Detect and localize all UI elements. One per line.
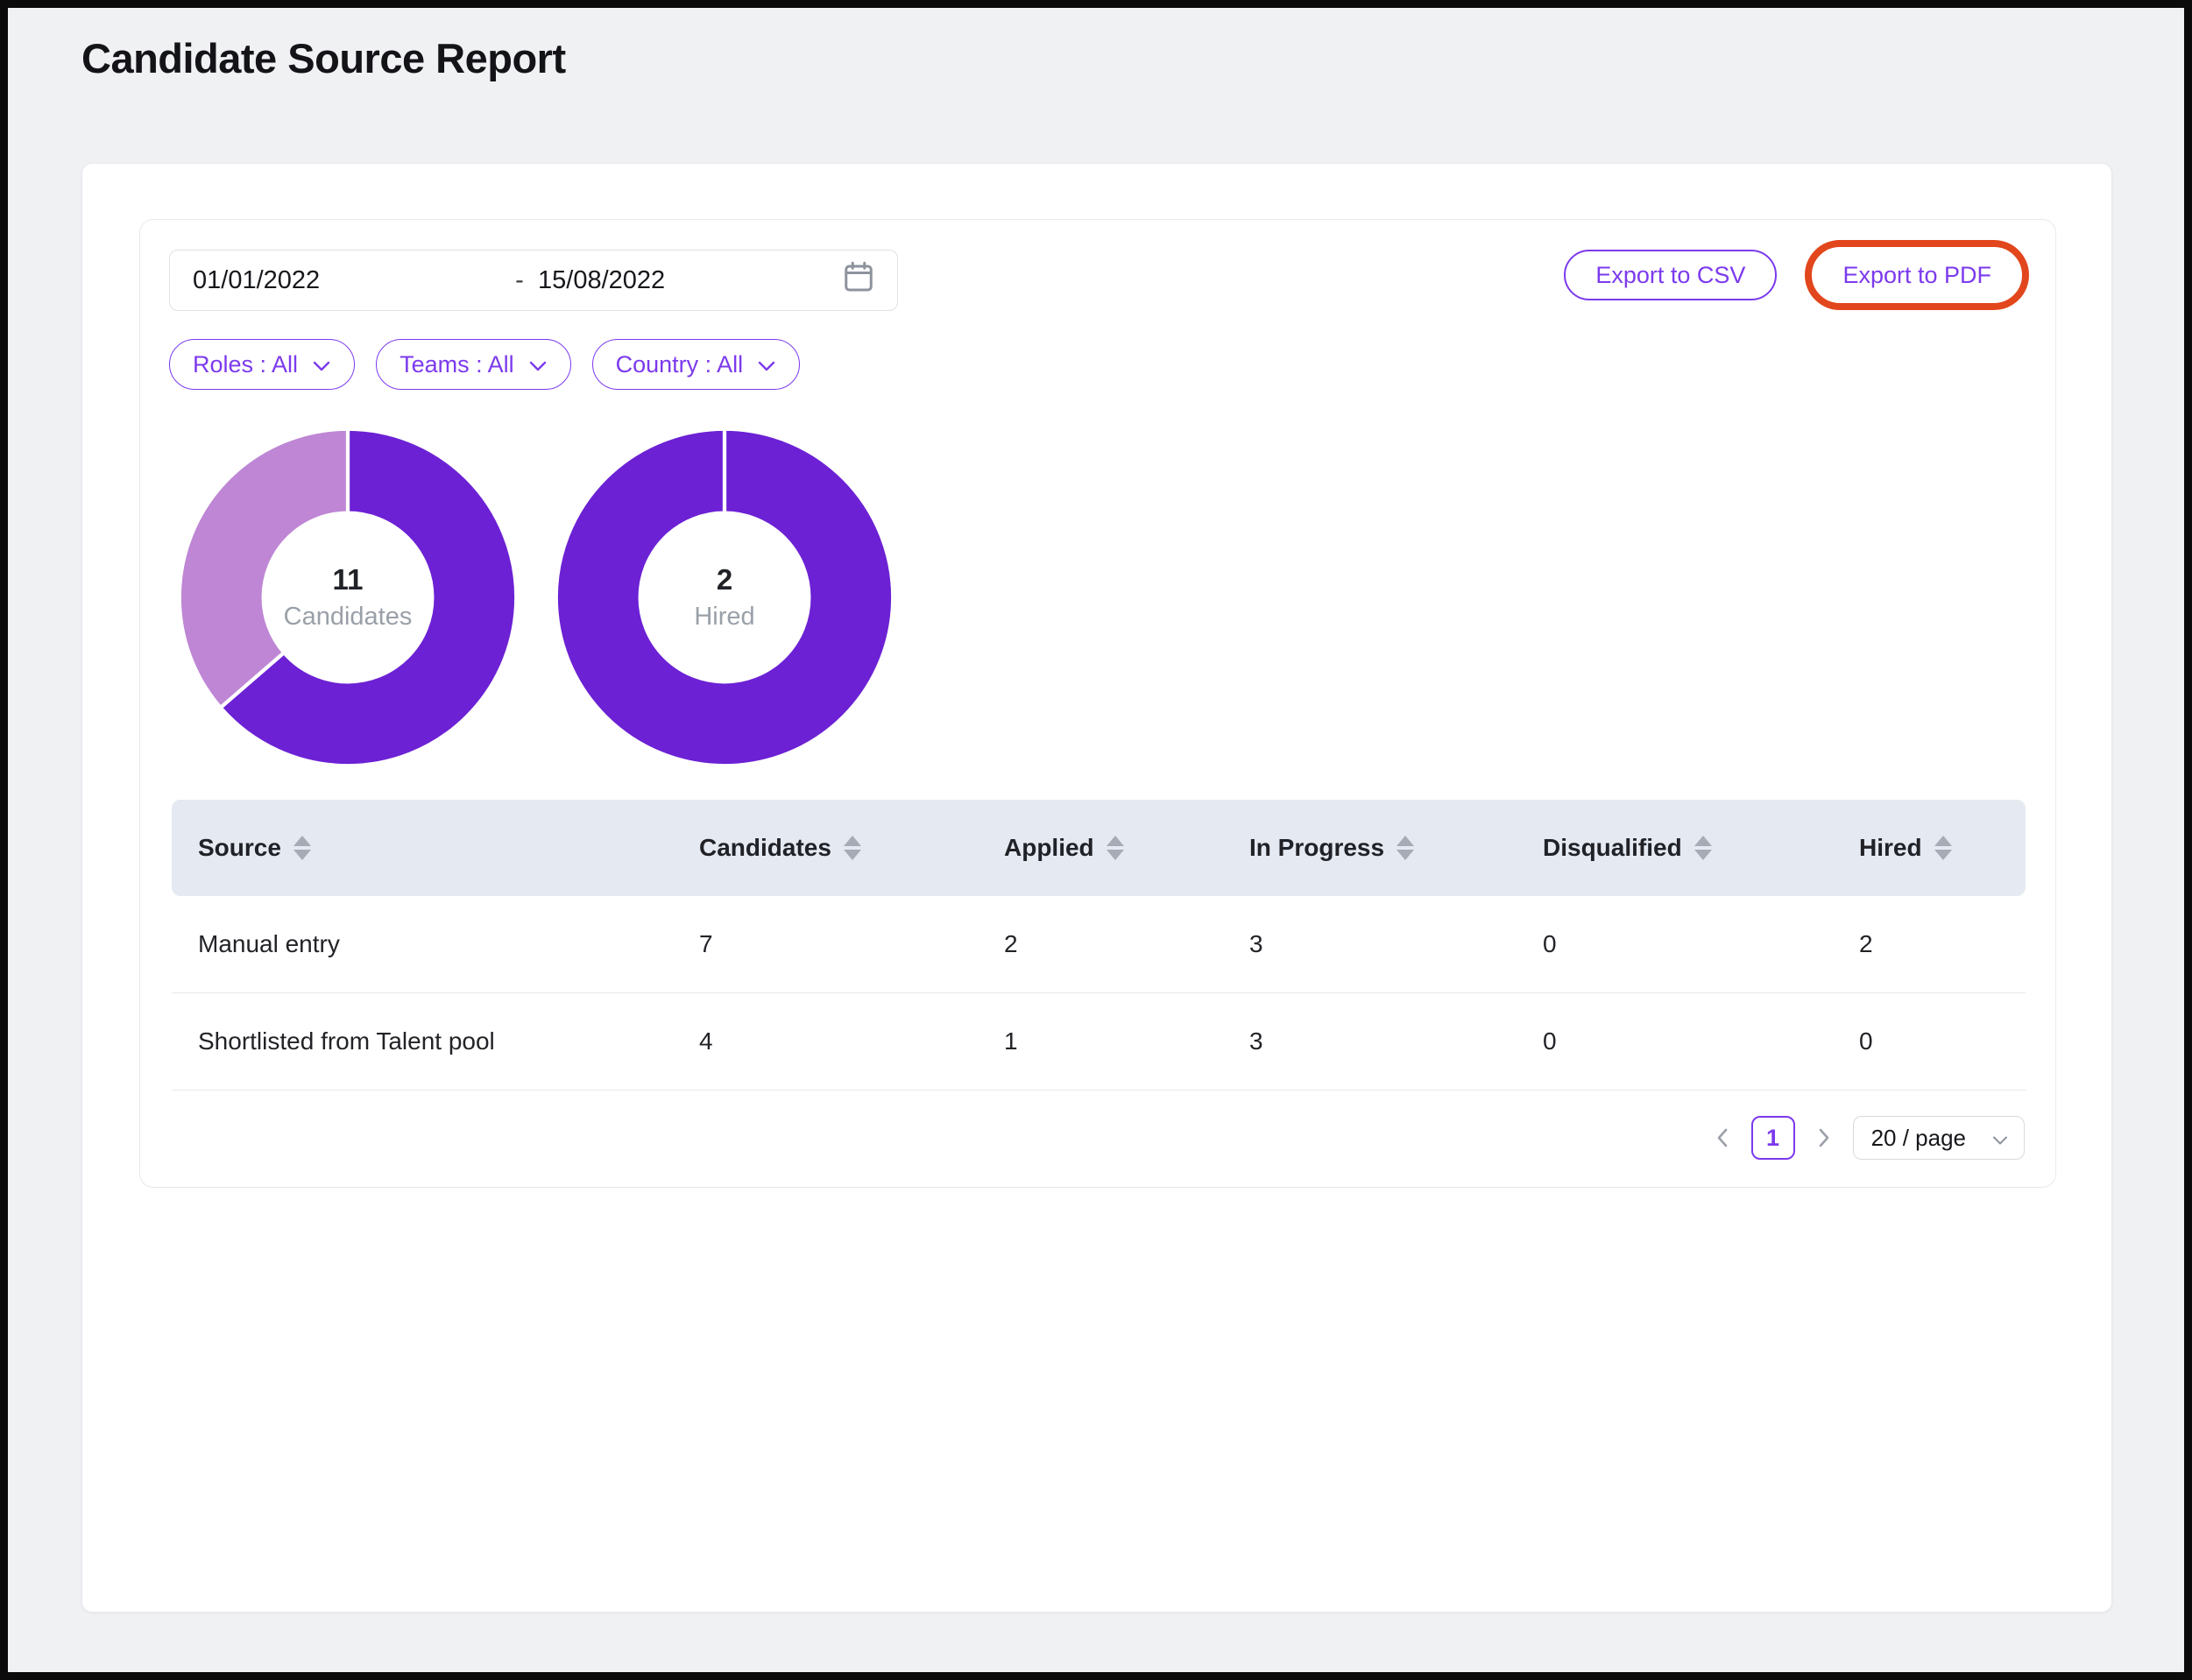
calendar-icon[interactable]: [843, 260, 874, 300]
cell-candidates: 7: [699, 930, 1004, 958]
report-card: 01/01/2022 - 15/08/2022 Export to CSV Ex…: [81, 163, 2112, 1613]
column-header-hired[interactable]: Hired: [1859, 834, 2026, 862]
cell-hired: 2: [1859, 930, 2026, 958]
next-page-button[interactable]: [1811, 1115, 1837, 1161]
cell-source: Shortlisted from Talent pool: [172, 1027, 699, 1055]
donut-charts: 11 Candidates 2 Hired: [177, 427, 895, 768]
export-pdf-button[interactable]: Export to PDF: [1820, 250, 2014, 300]
filter-bar: Roles : All Teams : All Country : All: [169, 339, 800, 390]
candidates-donut-chart: 11 Candidates: [177, 427, 519, 768]
sort-icon: [293, 836, 311, 860]
cell-applied: 1: [1004, 1027, 1249, 1055]
sort-icon: [1934, 836, 1952, 860]
chevron-down-icon: [312, 351, 331, 378]
country-filter-label: Country : All: [616, 351, 744, 378]
column-header-applied[interactable]: Applied: [1004, 834, 1249, 862]
roles-filter-dropdown[interactable]: Roles : All: [169, 339, 355, 390]
export-csv-button[interactable]: Export to CSV: [1564, 250, 1777, 300]
date-separator: -: [501, 266, 538, 295]
chevron-down-icon: [528, 351, 548, 378]
source-table: Source Candidates Applied In Progress: [172, 800, 2026, 1091]
column-header-source[interactable]: Source: [172, 834, 699, 862]
sort-icon: [844, 836, 861, 860]
screenshot-frame: Candidate Source Report 01/01/2022 - 15/…: [0, 0, 2192, 1680]
page-size-select[interactable]: 20 / page: [1853, 1116, 2025, 1160]
sort-icon: [1694, 836, 1712, 860]
chevron-down-icon: [1992, 1125, 2008, 1152]
chevron-down-icon: [757, 351, 776, 378]
date-range-picker[interactable]: 01/01/2022 - 15/08/2022: [169, 250, 898, 311]
cell-in-progress: 3: [1249, 1027, 1543, 1055]
table-row: Manual entry 7 2 3 0 2: [172, 896, 2026, 993]
cell-in-progress: 3: [1249, 930, 1543, 958]
column-header-label: In Progress: [1249, 834, 1384, 862]
candidates-donut-svg: [177, 427, 519, 768]
column-header-label: Source: [198, 834, 281, 862]
export-buttons: Export to CSV Export to PDF: [1564, 237, 2029, 313]
cell-disqualified: 0: [1543, 1027, 1859, 1055]
table-row: Shortlisted from Talent pool 4 1 3 0 0: [172, 993, 2026, 1091]
hired-donut-chart: 2 Hired: [554, 427, 895, 768]
cell-hired: 0: [1859, 1027, 2026, 1055]
cell-candidates: 4: [699, 1027, 1004, 1055]
country-filter-dropdown[interactable]: Country : All: [592, 339, 801, 390]
page-number-button[interactable]: 1: [1751, 1116, 1795, 1160]
column-header-disqualified[interactable]: Disqualified: [1543, 834, 1859, 862]
column-header-label: Disqualified: [1543, 834, 1682, 862]
teams-filter-dropdown[interactable]: Teams : All: [376, 339, 571, 390]
teams-filter-label: Teams : All: [400, 351, 514, 378]
cell-source: Manual entry: [172, 930, 699, 958]
column-header-label: Candidates: [699, 834, 831, 862]
cell-applied: 2: [1004, 930, 1249, 958]
sort-icon: [1397, 836, 1414, 860]
date-end-value[interactable]: 15/08/2022: [538, 266, 843, 295]
previous-page-button[interactable]: [1709, 1115, 1736, 1161]
export-pdf-highlight-annotation: Export to PDF: [1805, 240, 2029, 310]
column-header-candidates[interactable]: Candidates: [699, 834, 1004, 862]
cell-disqualified: 0: [1543, 930, 1859, 958]
page-size-value: 20 / page: [1871, 1125, 1966, 1152]
hired-donut-svg: [554, 427, 895, 768]
column-header-label: Applied: [1004, 834, 1094, 862]
sort-icon: [1107, 836, 1124, 860]
pagination: 1 20 / page: [1709, 1115, 2025, 1161]
column-header-label: Hired: [1859, 834, 1922, 862]
roles-filter-label: Roles : All: [193, 351, 298, 378]
report-panel: 01/01/2022 - 15/08/2022 Export to CSV Ex…: [139, 219, 2056, 1188]
column-header-in-progress[interactable]: In Progress: [1249, 834, 1543, 862]
date-start-value[interactable]: 01/01/2022: [193, 266, 501, 295]
page-title: Candidate Source Report: [81, 34, 566, 82]
table-header-row: Source Candidates Applied In Progress: [172, 800, 2026, 896]
